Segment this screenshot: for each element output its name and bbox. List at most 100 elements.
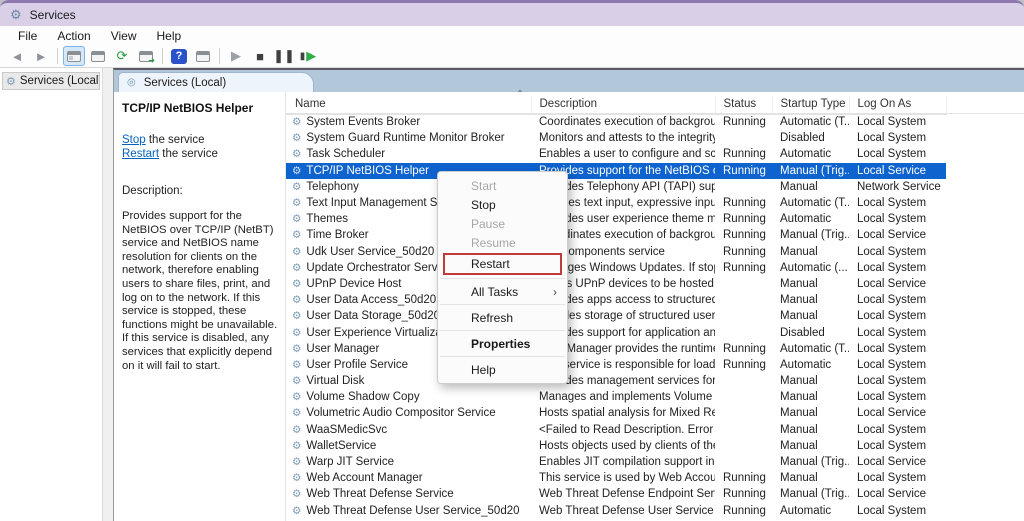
export-list-icon[interactable] bbox=[135, 46, 157, 66]
service-description-cell: Hosts spatial analysis for Mixed Real... bbox=[531, 405, 715, 421]
service-logon-cell: Local System bbox=[849, 195, 946, 211]
help-icon[interactable]: ? bbox=[168, 46, 190, 66]
service-status-cell bbox=[715, 454, 772, 470]
service-logon-cell: Local System bbox=[849, 389, 946, 405]
service-name-cell: ⚙WalletService bbox=[286, 438, 531, 454]
context-menu-item-refresh[interactable]: Refresh bbox=[438, 308, 567, 327]
service-gear-icon: ⚙ bbox=[292, 440, 301, 452]
panel-divider[interactable] bbox=[103, 68, 113, 521]
table-row[interactable]: ⚙Volumetric Audio Compositor ServiceHost… bbox=[286, 405, 946, 421]
context-menu-item-resume: Resume bbox=[438, 233, 567, 252]
menu-file[interactable]: File bbox=[8, 26, 47, 45]
table-row[interactable]: ⚙ThemesProvides user experience theme ma… bbox=[286, 211, 946, 227]
stop-service-link[interactable]: Stop bbox=[122, 134, 146, 146]
forward-arrow-icon[interactable]: ► bbox=[30, 46, 52, 66]
table-row[interactable]: ⚙WaaSMedicSvc<Failed to Read Description… bbox=[286, 422, 946, 438]
column-header-status[interactable]: Status bbox=[715, 96, 772, 114]
service-name-cell: ⚙WaaSMedicSvc bbox=[286, 422, 531, 438]
show-console-tree-icon[interactable] bbox=[63, 46, 85, 66]
table-row[interactable]: ⚙UPnP Device HostAllows UPnP devices to … bbox=[286, 276, 946, 292]
service-status-cell: Running bbox=[715, 486, 772, 502]
service-description-cell: Monitors and attests to the integrity ..… bbox=[531, 130, 715, 146]
context-menu-separator bbox=[440, 356, 565, 357]
title-bar: ⚙ Services bbox=[0, 0, 1024, 26]
service-status-cell: Running bbox=[715, 470, 772, 486]
service-status-cell bbox=[715, 438, 772, 454]
table-row[interactable]: ⚙Volume Shadow CopyManages and implement… bbox=[286, 389, 946, 405]
table-row[interactable]: ⚙Text Input Management ServiEnables text… bbox=[286, 195, 946, 211]
service-startup-type-cell: Manual bbox=[772, 470, 849, 486]
table-row[interactable]: ⚙System Guard Runtime Monitor BrokerMoni… bbox=[286, 130, 946, 146]
refresh-icon[interactable]: ⟳ bbox=[111, 46, 133, 66]
menu-action[interactable]: Action bbox=[47, 26, 100, 45]
service-name-cell: ⚙Volumetric Audio Compositor Service bbox=[286, 405, 531, 421]
context-menu-item-stop[interactable]: Stop bbox=[438, 195, 567, 214]
service-startup-type-cell: Manual bbox=[772, 276, 849, 292]
table-row[interactable]: ⚙Time BrokerCoordinates execution of bac… bbox=[286, 227, 946, 243]
toolbar-separator bbox=[162, 48, 163, 64]
table-row[interactable]: ⚙Update Orchestrator ServiceManages Wind… bbox=[286, 260, 946, 276]
table-row[interactable]: ⚙WalletServiceHosts objects used by clie… bbox=[286, 438, 946, 454]
table-row[interactable]: ⚙Warp JIT ServiceEnables JIT compilation… bbox=[286, 454, 946, 470]
table-row[interactable]: ⚙System Events BrokerCoordinates executi… bbox=[286, 114, 946, 130]
tree-item-services-local[interactable]: ⚙ Services (Local) bbox=[2, 72, 100, 90]
context-menu-item-properties[interactable]: Properties bbox=[438, 334, 567, 353]
column-header-log-on-as[interactable]: Log On As bbox=[849, 96, 946, 114]
service-gear-icon: ⚙ bbox=[292, 165, 301, 177]
table-row[interactable]: ⚙User Data Access_50d20Provides apps acc… bbox=[286, 292, 946, 308]
menu-view[interactable]: View bbox=[101, 26, 147, 45]
menu-help[interactable]: Help bbox=[147, 26, 192, 45]
column-header-startup-type[interactable]: Startup Type bbox=[772, 96, 849, 114]
table-row[interactable]: ⚙Web Threat Defense User Service_50d20We… bbox=[286, 503, 946, 519]
restart-service-icon[interactable]: ▮▶ bbox=[297, 46, 319, 66]
service-logon-cell: Local System bbox=[849, 211, 946, 227]
table-row[interactable]: ⚙User Data Storage_50d20Handles storage … bbox=[286, 308, 946, 324]
service-gear-icon: ⚙ bbox=[292, 407, 301, 419]
toolbar: ◄ ► ⟳? ▶■❚❚▮▶ bbox=[0, 45, 1024, 68]
context-menu-item-help[interactable]: Help bbox=[438, 360, 567, 379]
restart-service-link[interactable]: Restart bbox=[122, 148, 159, 160]
table-row[interactable]: ⚙User Experience VirtualizationProvides … bbox=[286, 324, 946, 340]
service-startup-type-cell: Manual (Trig... bbox=[772, 486, 849, 502]
table-row[interactable]: ⚙TCP/IP NetBIOS HelperProvides support f… bbox=[286, 163, 946, 179]
service-status-cell bbox=[715, 389, 772, 405]
table-row[interactable]: ⚙User ManagerUser Manager provides the r… bbox=[286, 341, 946, 357]
service-gear-icon: ⚙ bbox=[292, 310, 301, 322]
service-startup-type-cell: Manual (Trig... bbox=[772, 227, 849, 243]
column-header-description[interactable]: Description bbox=[531, 96, 715, 114]
table-row[interactable]: ⚙User Profile ServiceThis service is res… bbox=[286, 357, 946, 373]
table-row[interactable]: ⚙Udk User Service_50d20Udk components se… bbox=[286, 244, 946, 260]
table-row[interactable]: ⚙Virtual DiskProvides management service… bbox=[286, 373, 946, 389]
column-header-name[interactable]: Name bbox=[286, 96, 531, 114]
pause-service-icon[interactable]: ❚❚ bbox=[273, 46, 295, 66]
stop-service-icon[interactable]: ■ bbox=[249, 46, 271, 66]
show-action-pane-icon bbox=[196, 51, 210, 62]
service-status-cell: Running bbox=[715, 503, 772, 519]
back-arrow-icon[interactable]: ◄ bbox=[6, 46, 28, 66]
context-menu-item-all-tasks[interactable]: All Tasks› bbox=[438, 282, 567, 301]
service-logon-cell: Local Service bbox=[849, 227, 946, 243]
table-row[interactable]: ⚙Web Threat Defense ServiceWeb Threat De… bbox=[286, 486, 946, 502]
service-description-cell: Enables a user to configure and sche... bbox=[531, 146, 715, 162]
table-row[interactable]: ⚙Task SchedulerEnables a user to configu… bbox=[286, 146, 946, 162]
service-logon-cell: Local System bbox=[849, 422, 946, 438]
properties-window-icon bbox=[91, 51, 105, 62]
services-node-icon: ⚙ bbox=[6, 75, 16, 88]
service-name-cell: ⚙Web Threat Defense Service bbox=[286, 486, 531, 502]
show-action-pane-icon[interactable] bbox=[192, 46, 214, 66]
service-logon-cell: Local System bbox=[849, 438, 946, 454]
context-menu-item-restart[interactable]: Restart bbox=[443, 253, 562, 275]
properties-window-icon[interactable] bbox=[87, 46, 109, 66]
forward-arrow-icon: ► bbox=[35, 49, 48, 64]
service-gear-icon: ⚙ bbox=[292, 327, 301, 339]
start-service-icon[interactable]: ▶ bbox=[225, 46, 247, 66]
table-row[interactable]: ⚙TelephonyProvides Telephony API (TAPI) … bbox=[286, 179, 946, 195]
service-gear-icon: ⚙ bbox=[292, 488, 301, 500]
service-gear-icon: ⚙ bbox=[292, 294, 301, 306]
services-list-panel: Name Description Status Startup Type Log… bbox=[286, 92, 1024, 521]
service-startup-type-cell: Manual (Trig... bbox=[772, 454, 849, 470]
service-logon-cell: Local System bbox=[849, 503, 946, 519]
tab-services-local[interactable]: ◎ Services (Local) bbox=[118, 72, 314, 92]
table-row[interactable]: ⚙Web Account ManagerThis service is used… bbox=[286, 470, 946, 486]
service-name-cell: ⚙Volume Shadow Copy bbox=[286, 389, 531, 405]
